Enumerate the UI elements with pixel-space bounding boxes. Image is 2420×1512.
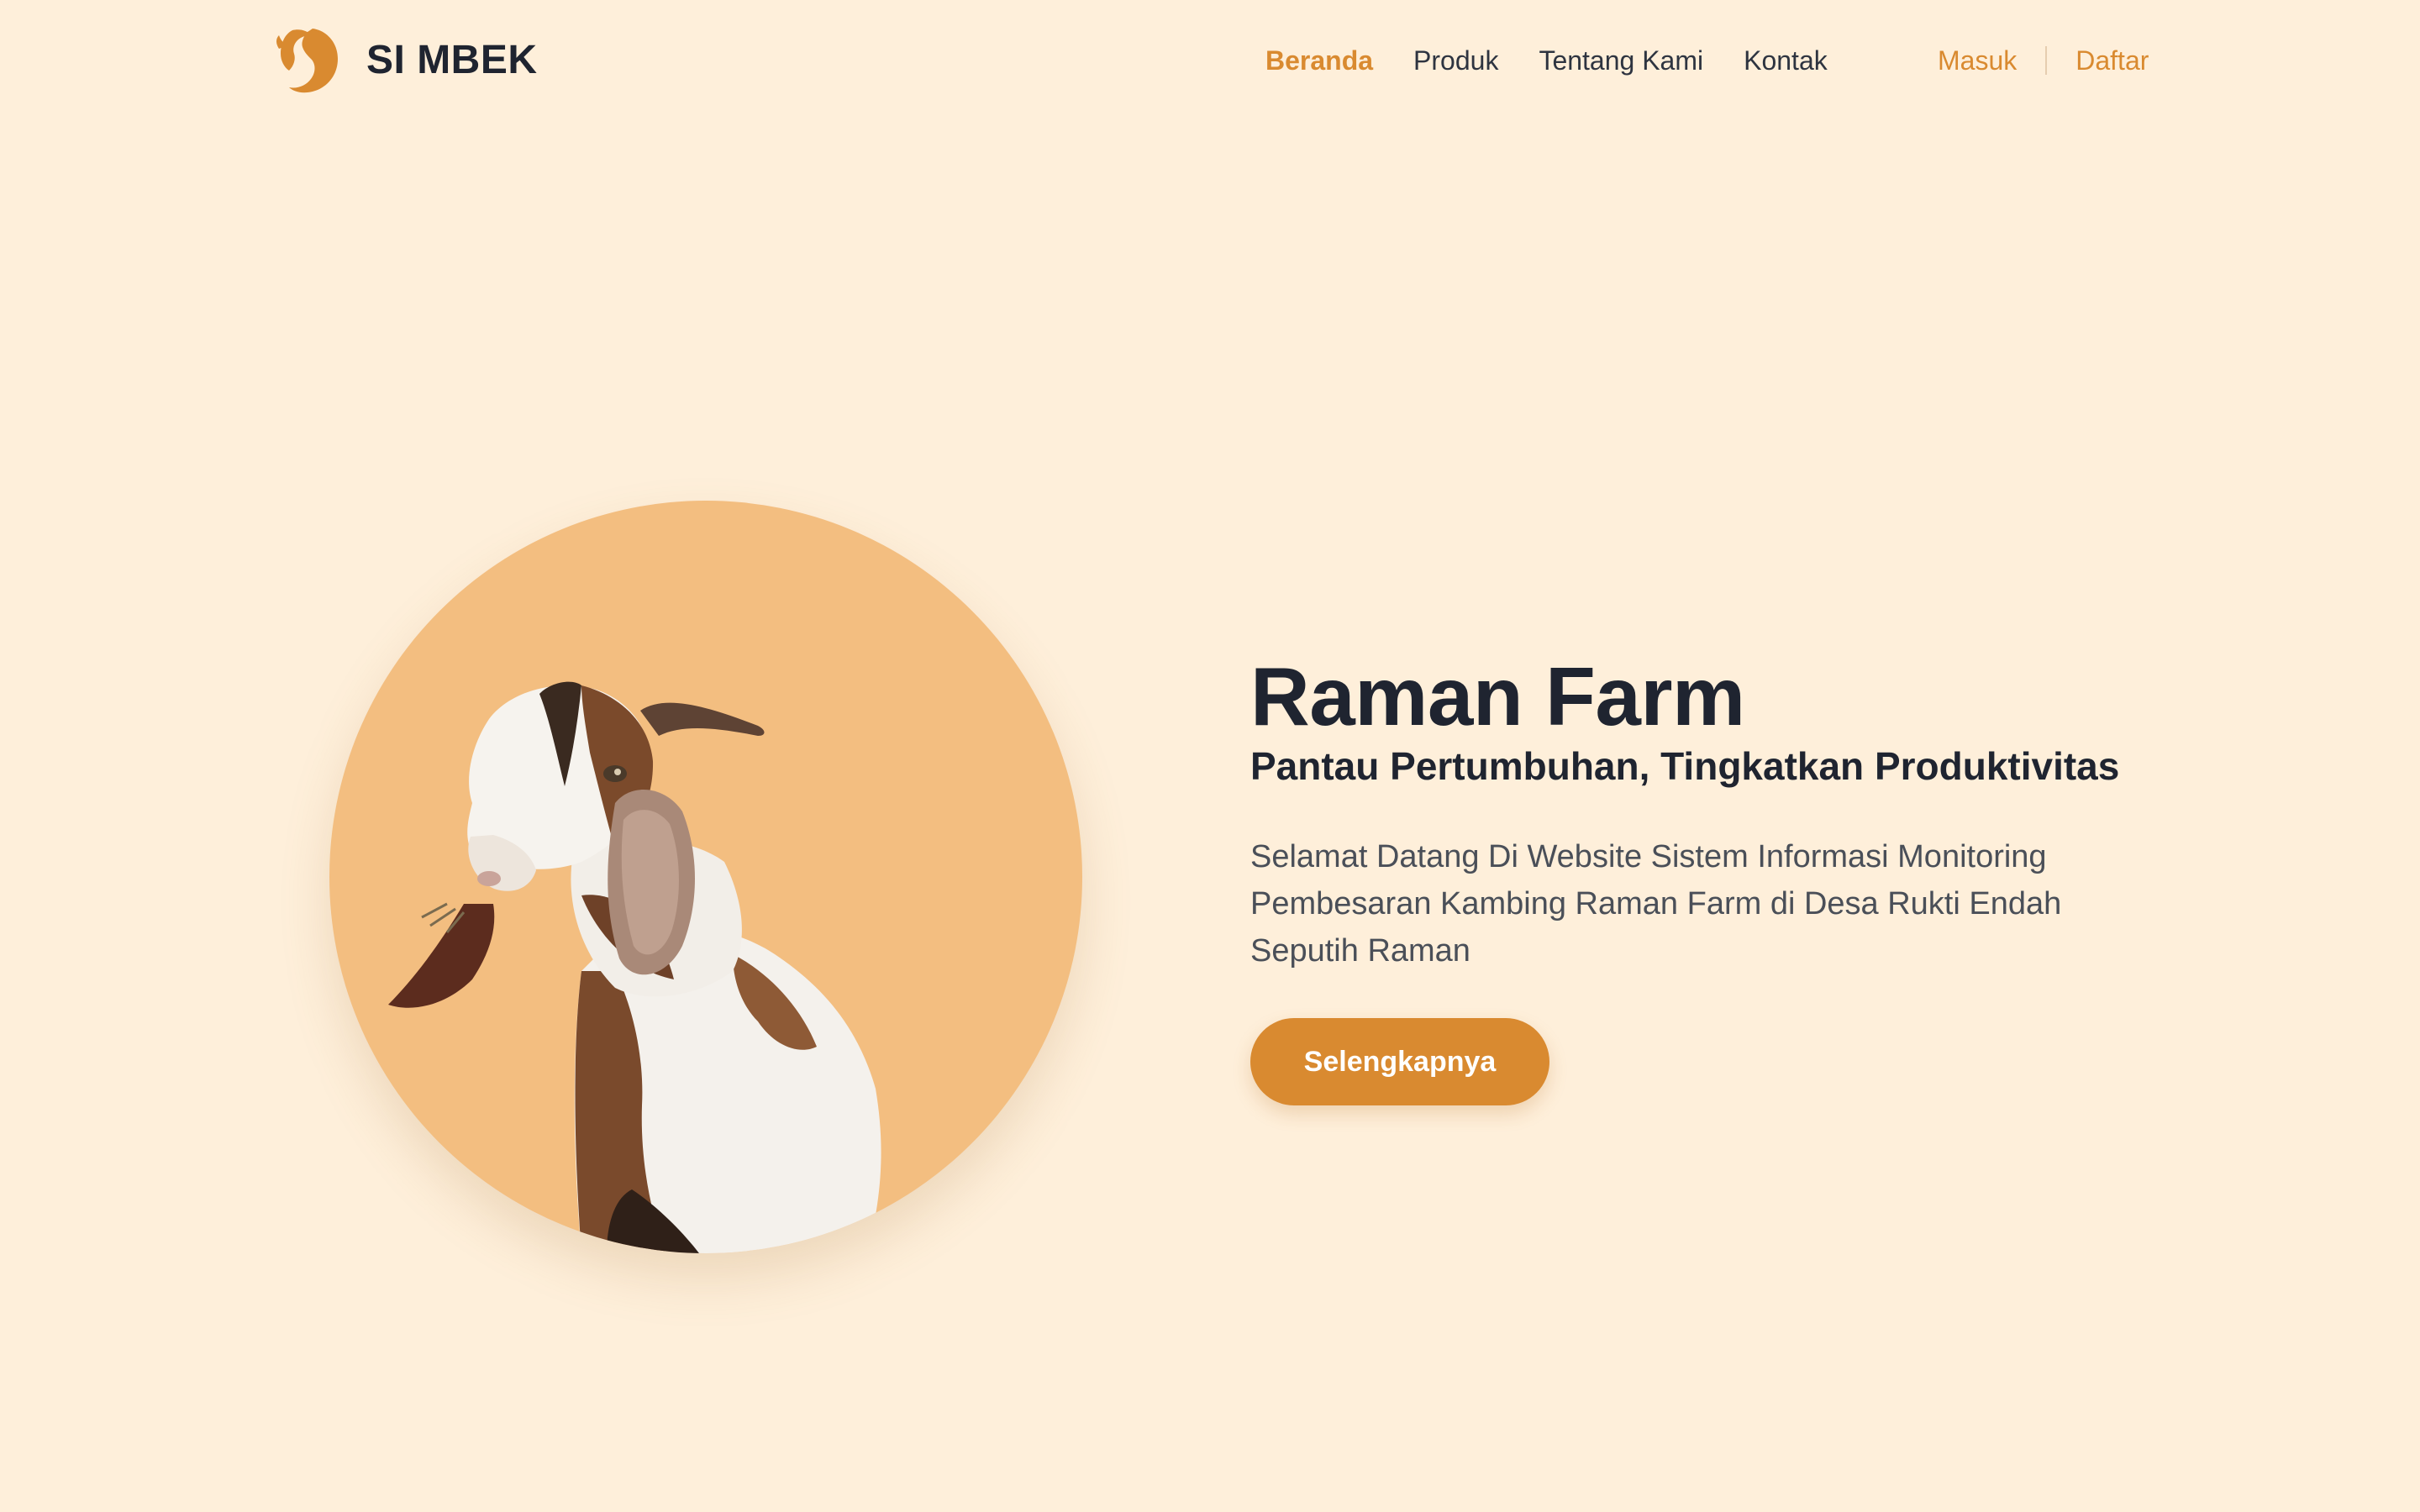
hero-subtitle: Pantau Pertumbuhan, Tingkatkan Produktiv… [1250,744,2120,788]
nav-item-produk[interactable]: Produk [1413,45,1498,76]
hero-description: Selamat Datang Di Website Sistem Informa… [1250,839,2062,969]
nav-item-kontak[interactable]: Kontak [1744,45,1828,76]
auth-divider [2045,46,2048,75]
landing-page: SI MBEK Beranda Produk Tentang Kami Kont… [0,0,2420,1512]
main-nav: Beranda Produk Tentang Kami Kontak [1265,42,1828,79]
nav-item-beranda[interactable]: Beranda [1265,45,1373,76]
register-link[interactable]: Daftar [2075,45,2149,76]
auth-links: Masuk Daftar [1938,42,2149,79]
hero-content: Raman Farm Pantau Pertumbuhan, Tingkatka… [1250,647,2175,1105]
nav-item-tentang-kami[interactable]: Tentang Kami [1539,45,1703,76]
goat-photo [388,681,881,1253]
goat-head-icon [276,29,338,93]
navbar: SI MBEK Beranda Produk Tentang Kami Kont… [0,0,2420,122]
hero-image-circle [329,501,1082,1253]
read-more-button[interactable]: Selengkapnya [1250,1018,1549,1105]
brand-home-link[interactable]: SI MBEK [274,24,538,96]
brand-name: SI MBEK [366,37,538,82]
hero-title: Raman Farm [1250,650,1745,743]
login-link[interactable]: Masuk [1938,45,2017,76]
